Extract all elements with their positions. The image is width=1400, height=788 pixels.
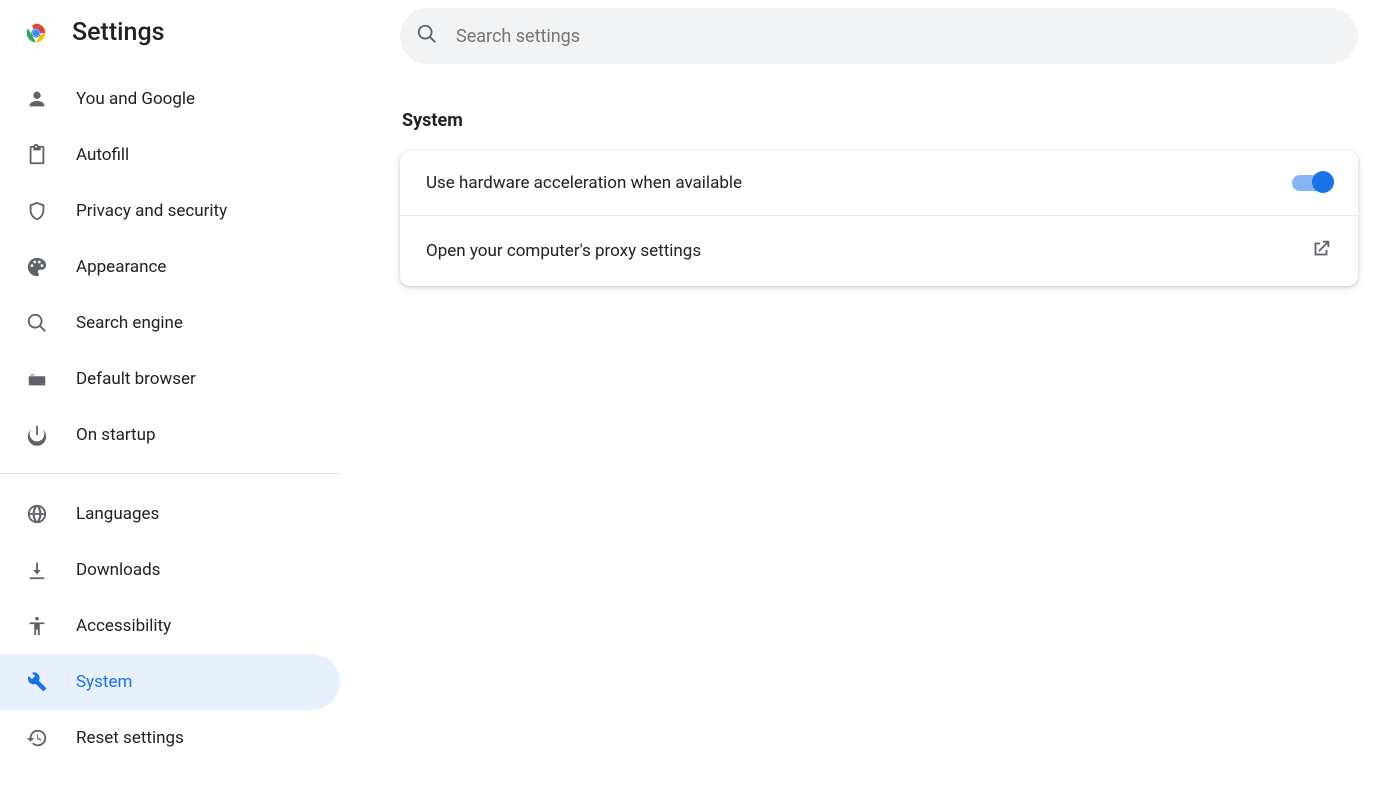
sidebar-item-label: Privacy and security (76, 201, 227, 221)
sidebar-item-label: On startup (76, 425, 156, 445)
row-proxy-settings[interactable]: Open your computer's proxy settings (400, 215, 1358, 286)
sidebar: Settings You and Google Autofill Privacy… (0, 0, 340, 788)
palette-icon (26, 256, 48, 278)
sidebar-item-system[interactable]: System (0, 654, 340, 710)
nav: You and Google Autofill Privacy and secu… (0, 71, 340, 766)
shield-icon (26, 200, 48, 222)
sidebar-item-privacy[interactable]: Privacy and security (0, 183, 340, 239)
sidebar-item-label: Autofill (76, 145, 129, 165)
search-icon (416, 23, 438, 49)
chrome-logo-icon (22, 19, 50, 47)
sidebar-item-label: Default browser (76, 369, 196, 389)
sidebar-item-label: Reset settings (76, 728, 184, 748)
row-hardware-acceleration[interactable]: Use hardware acceleration when available (400, 151, 1358, 215)
globe-icon (26, 503, 48, 525)
sidebar-item-label: Downloads (76, 560, 160, 580)
settings-card: Use hardware acceleration when available… (400, 151, 1358, 286)
wrench-icon (26, 671, 48, 693)
sidebar-item-accessibility[interactable]: Accessibility (0, 598, 340, 654)
sidebar-item-default-browser[interactable]: Default browser (0, 351, 340, 407)
brand: Settings (0, 18, 340, 71)
sidebar-item-you-and-google[interactable]: You and Google (0, 71, 340, 127)
external-link-icon (1310, 238, 1332, 264)
clipboard-icon (26, 144, 48, 166)
main: System Use hardware acceleration when av… (340, 0, 1400, 788)
download-icon (26, 559, 48, 581)
restore-icon (26, 727, 48, 749)
app-title: Settings (72, 18, 165, 47)
search-bar[interactable] (400, 8, 1358, 64)
search-input[interactable] (456, 26, 1342, 47)
browser-icon (26, 368, 48, 390)
sidebar-item-label: Search engine (76, 313, 183, 333)
sidebar-item-label: You and Google (76, 89, 195, 109)
row-label: Use hardware acceleration when available (426, 173, 742, 193)
accessibility-icon (26, 615, 48, 637)
sidebar-item-downloads[interactable]: Downloads (0, 542, 340, 598)
sidebar-item-label: Appearance (76, 257, 166, 277)
power-icon (26, 424, 48, 446)
toggle-switch[interactable] (1292, 175, 1332, 191)
row-label: Open your computer's proxy settings (426, 241, 701, 261)
person-icon (26, 88, 48, 110)
sidebar-item-languages[interactable]: Languages (0, 486, 340, 542)
sidebar-item-appearance[interactable]: Appearance (0, 239, 340, 295)
sidebar-item-label: System (76, 672, 132, 692)
sidebar-item-autofill[interactable]: Autofill (0, 127, 340, 183)
sidebar-item-label: Accessibility (76, 616, 171, 636)
sidebar-item-on-startup[interactable]: On startup (0, 407, 340, 463)
sidebar-item-search-engine[interactable]: Search engine (0, 295, 340, 351)
sidebar-item-label: Languages (76, 504, 159, 524)
search-icon (26, 312, 48, 334)
section-title: System (402, 110, 1358, 131)
nav-separator (0, 473, 340, 474)
sidebar-item-reset[interactable]: Reset settings (0, 710, 340, 766)
